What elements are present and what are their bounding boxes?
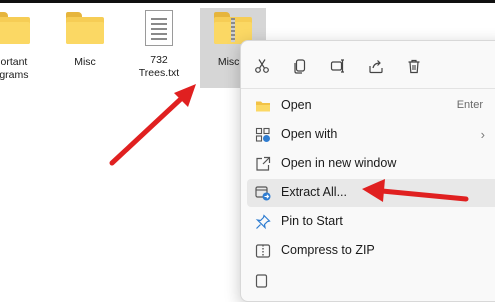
folder-open-icon: [256, 101, 270, 112]
menu-item-label: Extract All...: [281, 185, 347, 199]
menu-item-compress-to-zip[interactable]: Compress to ZIP: [247, 237, 495, 265]
zip-icon: [255, 244, 271, 258]
delete-icon: [408, 59, 420, 74]
new-window-icon: [256, 156, 271, 171]
menu-item-shortcut: Enter: [456, 99, 483, 111]
delete-button[interactable]: [401, 53, 427, 79]
chevron-right-icon: ›: [480, 127, 485, 142]
open-with-icon: [255, 127, 270, 142]
file-item-732-trees[interactable]: 732 Trees.txt: [126, 8, 192, 88]
share-button[interactable]: [363, 53, 389, 79]
share-icon: [369, 60, 383, 74]
copy-path-icon: [255, 274, 268, 288]
menu-item-pin-to-start[interactable]: Pin to Start: [247, 208, 495, 236]
menu-item-label: Open with: [281, 127, 338, 141]
menu-item-label: Pin to Start: [281, 214, 343, 228]
pin-icon: [255, 214, 271, 230]
arrow-to-zip-folder: [109, 84, 196, 166]
cut-button[interactable]: [249, 53, 275, 79]
rename-icon: [330, 59, 344, 73]
menu-item-open-with[interactable]: Open with ›: [247, 121, 495, 149]
menu-item-partial[interactable]: [247, 267, 495, 295]
window-top-edge: [0, 0, 495, 3]
folder-item-misc[interactable]: Misc: [52, 8, 118, 88]
text-document-icon: [145, 10, 173, 46]
menu-item-open-in-new-window[interactable]: Open in new window: [247, 150, 495, 178]
menu-item-label: Compress to ZIP: [281, 243, 375, 257]
menu-divider: [241, 88, 495, 89]
cut-icon: [255, 59, 269, 73]
folder-icon: [0, 12, 30, 44]
copy-button[interactable]: [287, 53, 313, 79]
folder-item-important-programs[interactable]: portant ograms: [0, 8, 44, 88]
folder-icon: [66, 12, 104, 44]
extract-icon: [255, 186, 271, 201]
menu-item-open[interactable]: Open Enter: [247, 92, 495, 120]
menu-item-extract-all[interactable]: Extract All...: [247, 179, 495, 207]
folder-label: portant ograms: [0, 56, 29, 81]
rename-button[interactable]: [325, 53, 351, 79]
context-menu: Open Enter Open with › Open in new windo…: [240, 40, 495, 302]
file-label: 732 Trees.txt: [138, 54, 180, 79]
copy-icon: [294, 59, 306, 74]
folder-label: Misc: [74, 56, 96, 68]
menu-item-label: Open in new window: [281, 156, 397, 170]
menu-item-label: Open: [281, 98, 312, 112]
